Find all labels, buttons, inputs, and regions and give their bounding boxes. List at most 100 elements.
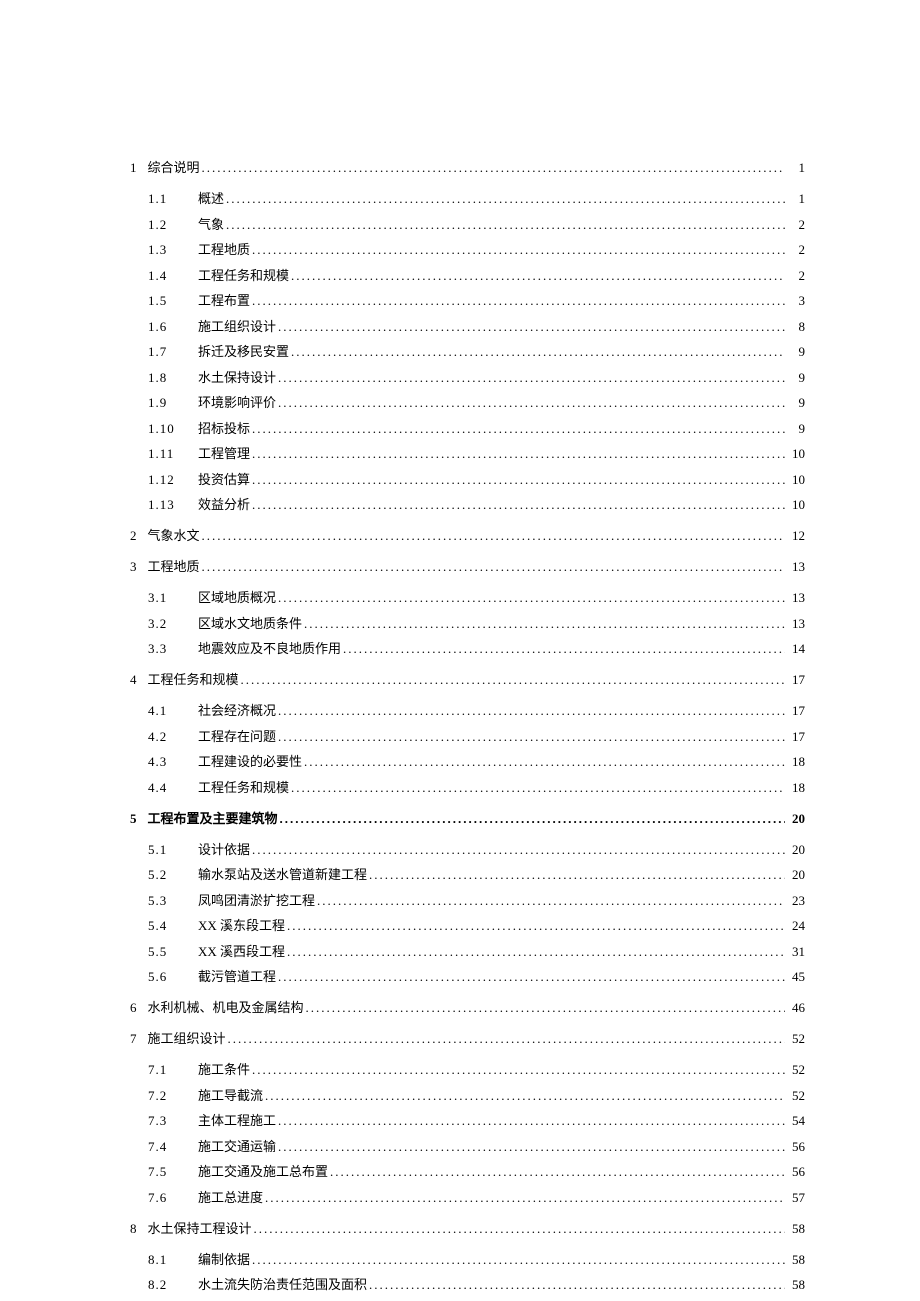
toc-leader-dots — [252, 1252, 785, 1268]
toc-entry-page: 46 — [787, 1000, 805, 1016]
toc-entry-page: 10 — [787, 497, 805, 513]
toc-entry: 1.3工程地质2 — [130, 239, 805, 258]
toc-entry-number: 4.3 — [148, 754, 188, 770]
toc-entry-number: 8 — [130, 1221, 138, 1237]
toc-entry-number: 1.7 — [148, 344, 188, 360]
toc-leader-dots — [278, 1113, 785, 1129]
toc-entry: 2气象水文12 — [130, 525, 805, 544]
toc-entry-number: 4.4 — [148, 780, 188, 796]
toc-leader-dots — [278, 969, 785, 985]
toc-leader-dots — [330, 1164, 785, 1180]
toc-entry-page: 24 — [787, 918, 805, 934]
toc-leader-dots — [226, 217, 785, 233]
toc-leader-dots — [252, 293, 785, 309]
toc-entry-title: 工程任务和规模 — [198, 777, 289, 796]
toc-entry-title: 气象水文 — [148, 525, 200, 544]
toc-entry-page: 20 — [787, 867, 805, 883]
toc-entry-title: 概述 — [198, 188, 224, 207]
toc-entry-title: 工程存在问题 — [198, 726, 276, 745]
toc-entry-number: 1.10 — [148, 421, 188, 437]
toc-entry-number: 7.2 — [148, 1088, 188, 1104]
toc-leader-dots — [252, 842, 785, 858]
toc-entry: 8.2水土流失防治责任范围及面积58 — [130, 1274, 805, 1293]
toc-leader-dots — [304, 754, 785, 770]
toc-entry-number: 4.2 — [148, 729, 188, 745]
toc-entry-title: 施工组织设计 — [198, 316, 276, 335]
toc-entry-title: 效益分析 — [198, 494, 250, 513]
toc-entry-page: 9 — [787, 344, 805, 360]
toc-entry-page: 13 — [787, 559, 805, 575]
toc-entry-number: 1.5 — [148, 293, 188, 309]
toc-entry-title: XX 溪西段工程 — [198, 941, 285, 960]
toc-entry-number: 6 — [130, 1000, 138, 1016]
toc-entry-page: 20 — [787, 842, 805, 858]
toc-leader-dots — [278, 319, 785, 335]
toc-entry-title: 施工导截流 — [198, 1085, 263, 1104]
toc-entry-number: 1 — [130, 160, 138, 176]
toc-section: 1综合说明11.1概述11.2气象21.3工程地质21.4工程任务和规模21.5… — [130, 157, 805, 513]
toc-entry-number: 1.12 — [148, 472, 188, 488]
toc-entry-title: 工程任务和规模 — [198, 265, 289, 284]
toc-entry-number: 7.4 — [148, 1139, 188, 1155]
toc-entry-page: 2 — [787, 242, 805, 258]
toc-entry-number: 5.4 — [148, 918, 188, 934]
toc-entry-page: 17 — [787, 703, 805, 719]
toc-entry-number: 1.8 — [148, 370, 188, 386]
toc-entry-page: 31 — [787, 944, 805, 960]
toc-entry: 4.1社会经济概况17 — [130, 700, 805, 719]
toc-leader-dots — [226, 191, 785, 207]
toc-entry-number: 7 — [130, 1031, 138, 1047]
toc-entry: 5工程布置及主要建筑物20 — [130, 808, 805, 827]
toc-entry-number: 1.11 — [148, 446, 188, 462]
toc-leader-dots — [202, 160, 785, 176]
table-of-contents: 1综合说明11.1概述11.2气象21.3工程地质21.4工程任务和规模21.5… — [130, 157, 805, 1293]
toc-entry-number: 7.5 — [148, 1164, 188, 1180]
toc-entry: 1综合说明1 — [130, 157, 805, 176]
toc-entry: 7.4施工交通运输56 — [130, 1136, 805, 1155]
toc-entry-title: 综合说明 — [148, 157, 200, 176]
toc-section: 7施工组织设计527.1施工条件527.2施工导截流527.3主体工程施工547… — [130, 1028, 805, 1206]
toc-leader-dots — [202, 559, 785, 575]
toc-entry: 3工程地质13 — [130, 556, 805, 575]
toc-entry-page: 45 — [787, 969, 805, 985]
toc-entry-page: 58 — [787, 1252, 805, 1268]
toc-entry-page: 18 — [787, 754, 805, 770]
toc-entry-title: 工程管理 — [198, 443, 250, 462]
toc-entry-title: 施工组织设计 — [148, 1028, 226, 1047]
toc-entry: 5.2输水泵站及送水管道新建工程20 — [130, 864, 805, 883]
toc-entry-page: 56 — [787, 1139, 805, 1155]
toc-entry: 5.1设计依据20 — [130, 839, 805, 858]
toc-entry-page: 13 — [787, 590, 805, 606]
toc-leader-dots — [304, 616, 785, 632]
toc-section: 2气象水文12 — [130, 525, 805, 544]
toc-entry-title: 工程布置及主要建筑物 — [148, 808, 278, 827]
toc-entry-number: 7.6 — [148, 1190, 188, 1206]
toc-entry-title: 社会经济概况 — [198, 700, 276, 719]
toc-entry-page: 9 — [787, 421, 805, 437]
toc-entry-page: 17 — [787, 729, 805, 745]
toc-leader-dots — [278, 703, 785, 719]
toc-entry-title: 截污管道工程 — [198, 966, 276, 985]
toc-leader-dots — [252, 472, 785, 488]
toc-entry: 5.6截污管道工程45 — [130, 966, 805, 985]
toc-leader-dots — [287, 944, 785, 960]
toc-entry-number: 2 — [130, 528, 138, 544]
toc-leader-dots — [252, 1062, 785, 1078]
toc-leader-dots — [265, 1190, 785, 1206]
toc-entry: 1.10 招标投标 9 — [130, 418, 805, 437]
toc-leader-dots — [252, 421, 785, 437]
toc-leader-dots — [252, 497, 785, 513]
toc-entry-title: 工程任务和规模 — [148, 669, 239, 688]
toc-entry: 1.4工程任务和规模2 — [130, 265, 805, 284]
toc-leader-dots — [291, 344, 785, 360]
toc-entry-title: 招标投标 — [198, 418, 250, 437]
toc-entry-page: 9 — [787, 395, 805, 411]
toc-entry-page: 9 — [787, 370, 805, 386]
toc-entry-title: 编制依据 — [198, 1249, 250, 1268]
toc-entry: 1.5工程布置3 — [130, 290, 805, 309]
toc-entry-page: 17 — [787, 672, 805, 688]
toc-entry-page: 58 — [787, 1277, 805, 1293]
toc-leader-dots — [343, 641, 785, 657]
toc-leader-dots — [241, 672, 785, 688]
toc-entry-number: 5.3 — [148, 893, 188, 909]
